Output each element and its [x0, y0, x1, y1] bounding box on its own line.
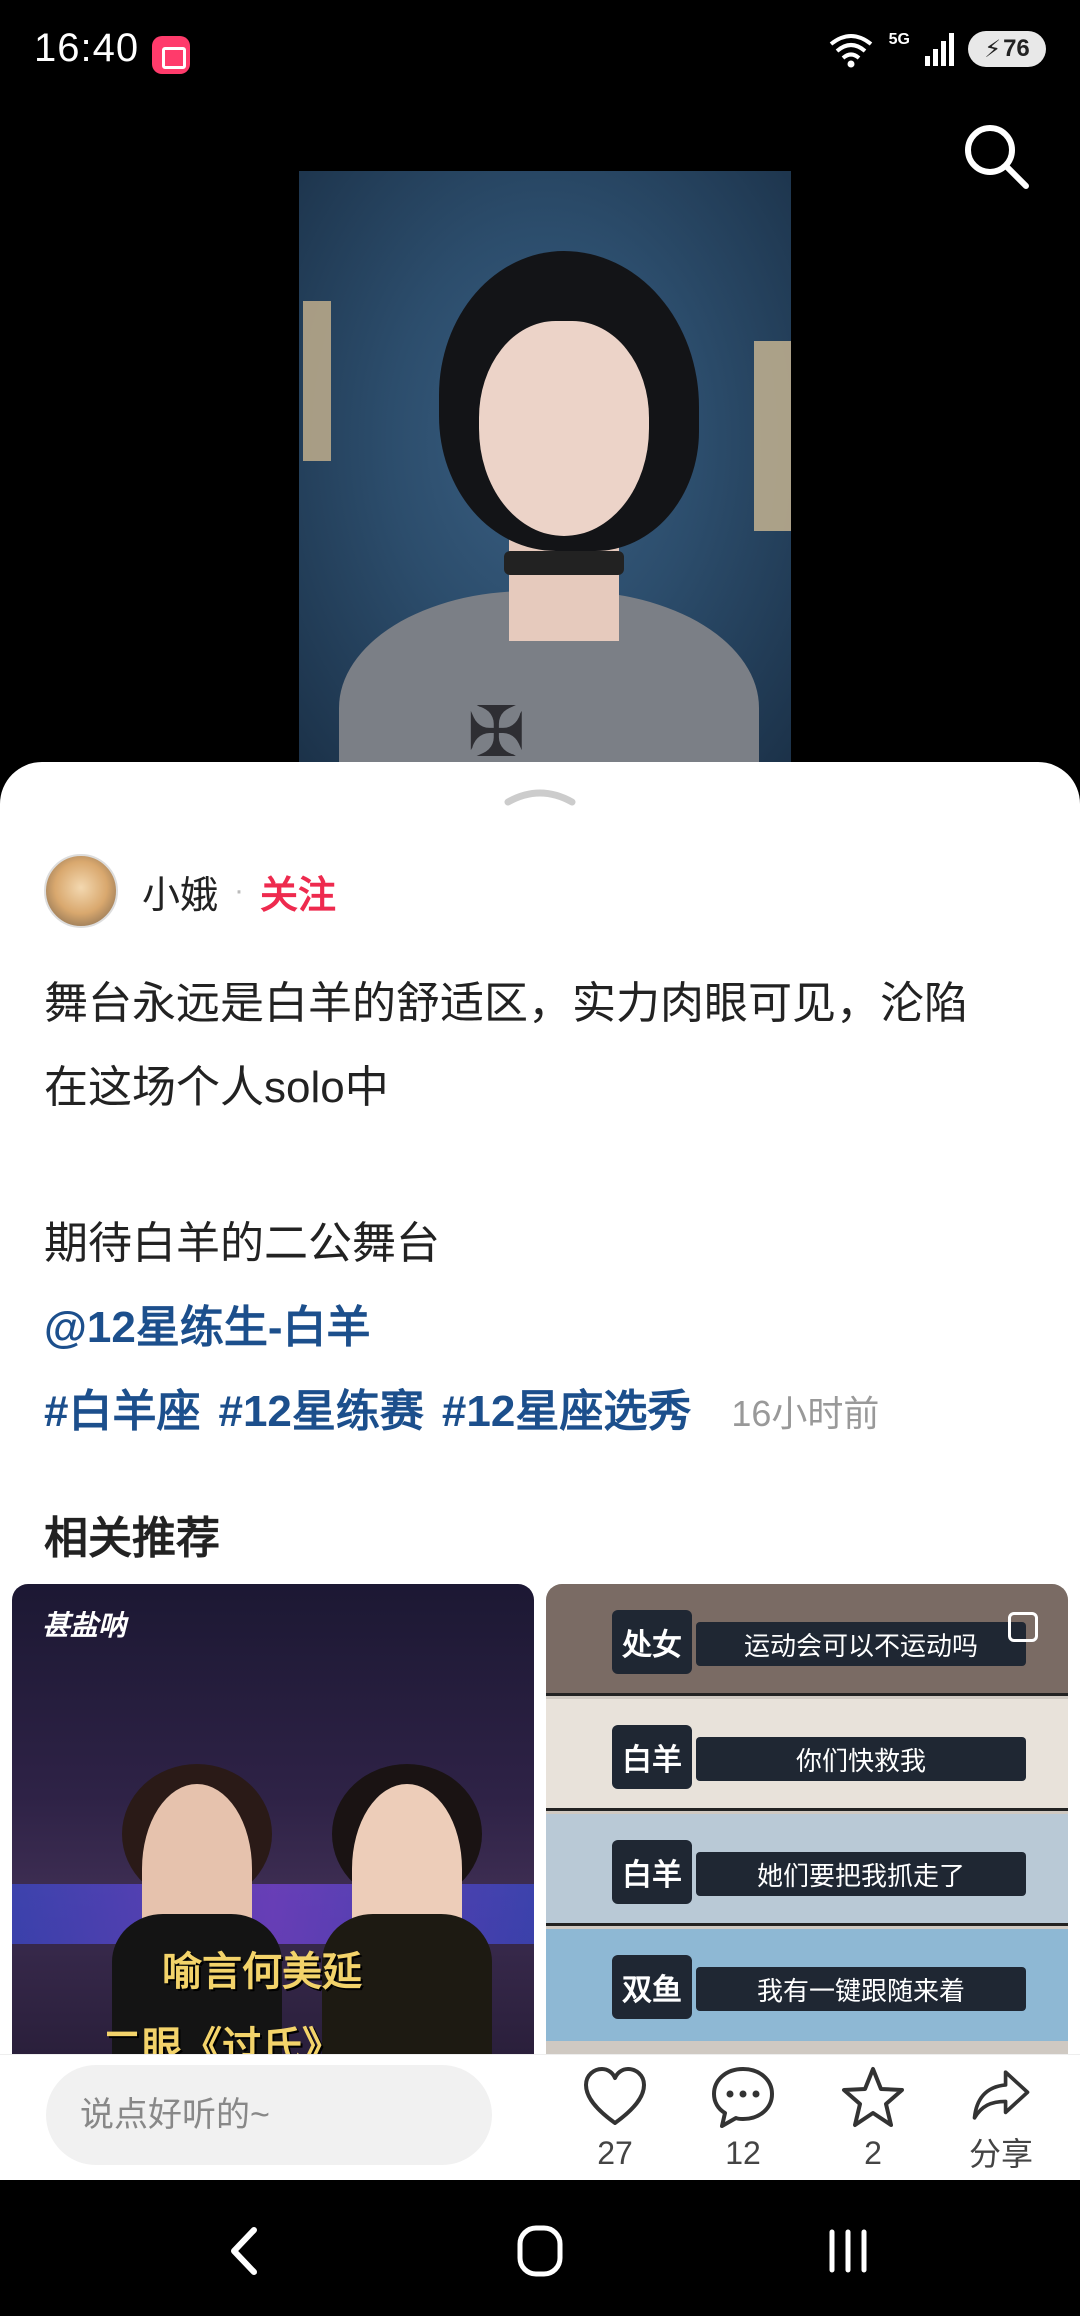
status-indicators: 5G ⚡ 76: [827, 30, 1046, 68]
tag-row: #白羊座 #12星练赛 #12星座选秀 16小时前: [44, 1370, 1044, 1456]
panel-line: 她们要把我抓走了: [696, 1852, 1026, 1896]
panel-speaker: 白羊: [612, 1840, 692, 1904]
panel-line: 我有一键跟随来着: [696, 1967, 1026, 2011]
card-caption: 二眼《过氏》: [102, 2025, 342, 2054]
hashtag-link[interactable]: #12星练赛: [218, 1370, 423, 1454]
post-body-line: 期待白羊的二公舞台: [44, 1219, 440, 1268]
share-label: 分享: [968, 2136, 1033, 2172]
separator-dot: ·: [234, 874, 245, 907]
comment-button[interactable]: 12: [688, 2063, 798, 2175]
hashtag-link[interactable]: #白羊座: [44, 1370, 200, 1454]
comic-panel: 双鱼 我有一键跟随来着: [546, 1929, 1068, 2041]
favorite-button[interactable]: 2: [818, 2063, 928, 2175]
navigation-bar: [0, 2180, 1080, 2316]
battery-indicator: ⚡ 76: [968, 31, 1046, 67]
panel-line: 你们快救我: [696, 1737, 1026, 1781]
comic-panel: 白羊 她们要把我抓走了: [546, 1814, 1068, 1926]
bottom-action-bar: 27 12 2 分享: [0, 2054, 1080, 2180]
network-type: 5G: [888, 31, 910, 48]
author-row: 小娥 · 关注: [44, 854, 336, 928]
panel-line: 运动会可以不运动吗: [696, 1622, 1026, 1666]
comment-icon: [712, 2067, 774, 2128]
comment-count: 12: [725, 2135, 761, 2171]
signal-icon: [925, 33, 954, 66]
recents-icon[interactable]: [808, 2216, 888, 2286]
poster-left: [303, 301, 331, 461]
charging-icon: ⚡: [984, 35, 1002, 63]
panel-speaker: 双鱼: [612, 1955, 692, 2019]
share-button[interactable]: 分享: [946, 2063, 1056, 2175]
battery-level: 76: [1003, 35, 1030, 62]
status-bar: 16:40 5G ⚡ 76: [0, 0, 1080, 110]
home-icon[interactable]: [500, 2216, 580, 2286]
poster-right: [754, 341, 791, 531]
share-icon: [972, 2070, 1030, 2120]
card-caption: 喻言何美延: [162, 1950, 362, 1994]
related-card-left[interactable]: 甚盐呐 喻言何美延 二眼《过氏》: [12, 1584, 534, 2054]
follow-button[interactable]: 关注: [260, 864, 336, 919]
like-button[interactable]: 27: [560, 2063, 670, 2175]
post-sheet: 小娥 · 关注 舞台永远是白羊的舒适区，实力肉眼可见，沦陷 在这场个人solo中…: [0, 762, 1080, 2054]
mention-link[interactable]: @12星练生-白羊: [44, 1286, 1044, 1370]
cross-emblem: ✠: [467, 693, 526, 771]
card-logo: 甚盐呐: [42, 1610, 127, 1641]
star-icon: [842, 2067, 904, 2127]
related-card-right[interactable]: 处女 运动会可以不运动吗 白羊 你们快救我 白羊 她们要把我抓走了 双鱼 我有一…: [546, 1584, 1068, 2054]
post-body-line: 在这场个人solo中: [44, 1063, 389, 1112]
comic-panel: 白羊 你们快救我: [546, 1699, 1068, 1811]
post-image[interactable]: ✠: [299, 171, 791, 771]
wifi-icon: [829, 34, 872, 68]
heart-icon: [584, 2067, 646, 2125]
author-name[interactable]: 小娥: [142, 864, 218, 919]
comic-panel: 处女 运动会可以不运动吗: [546, 1584, 1068, 1696]
search-icon[interactable]: [958, 118, 1034, 194]
status-time: 16:40: [34, 26, 140, 70]
hashtag-link[interactable]: #12星座选秀: [442, 1370, 691, 1454]
collapse-handle-icon[interactable]: [504, 784, 576, 808]
shopping-bag-icon: [152, 36, 190, 74]
favorite-count: 2: [864, 2135, 882, 2171]
back-icon[interactable]: [206, 2216, 286, 2286]
avatar[interactable]: [44, 854, 118, 928]
figure-face: [479, 321, 649, 536]
like-count: 27: [597, 2135, 633, 2171]
post-body-line: 舞台永远是白羊的舒适区，实力肉眼可见，沦陷: [44, 979, 968, 1028]
figure-choker: [504, 551, 624, 575]
post-time: 16小时前: [731, 1393, 880, 1434]
panel-speaker: 处女: [612, 1610, 692, 1674]
post-content: 舞台永远是白羊的舒适区，实力肉眼可见，沦陷 在这场个人solo中 期待白羊的二公…: [44, 962, 1044, 1456]
multi-image-icon: [1008, 1612, 1038, 1642]
panel-speaker: 白羊: [612, 1725, 692, 1789]
comment-input[interactable]: [46, 2065, 492, 2165]
related-title: 相关推荐: [44, 1514, 220, 1563]
